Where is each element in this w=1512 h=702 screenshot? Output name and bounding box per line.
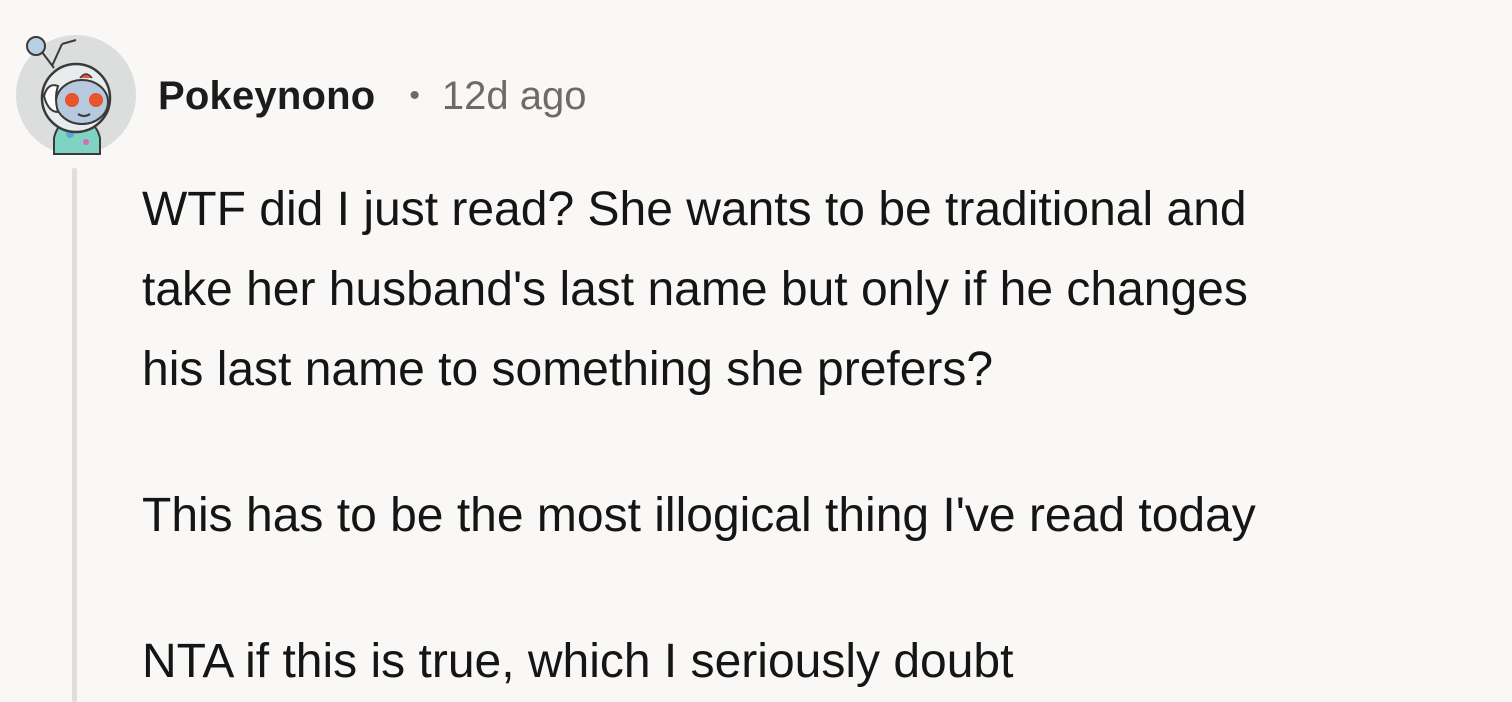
separator-dot: • (409, 79, 420, 112)
comment-timestamp[interactable]: 12d ago (442, 74, 587, 119)
snoo-avatar-icon (16, 35, 136, 155)
comment-line: WTF did I just read? She wants to be tra… (142, 183, 1247, 236)
comment-paragraph: This has to be the most illogical thing … (142, 476, 1502, 556)
comment-line: NTA if this is true, which I seriously d… (142, 635, 1014, 688)
comment-line: This has to be the most illogical thing … (142, 489, 1256, 542)
comment: Pokeynono • 12d ago WTF did I just read?… (0, 0, 1512, 702)
comment-paragraph: WTF did I just read? She wants to be tra… (142, 170, 1502, 410)
comment-line: take her husband's last name but only if… (142, 263, 1248, 316)
comment-line: his last name to something she prefers? (142, 343, 994, 396)
username-link[interactable]: Pokeynono (158, 74, 375, 119)
comment-header: Pokeynono • 12d ago (158, 66, 587, 126)
user-avatar[interactable] (14, 26, 138, 156)
comment-paragraph: NTA if this is true, which I seriously d… (142, 622, 1502, 702)
thread-collapse-line[interactable] (72, 168, 77, 702)
comment-body: WTF did I just read? She wants to be tra… (142, 170, 1502, 702)
